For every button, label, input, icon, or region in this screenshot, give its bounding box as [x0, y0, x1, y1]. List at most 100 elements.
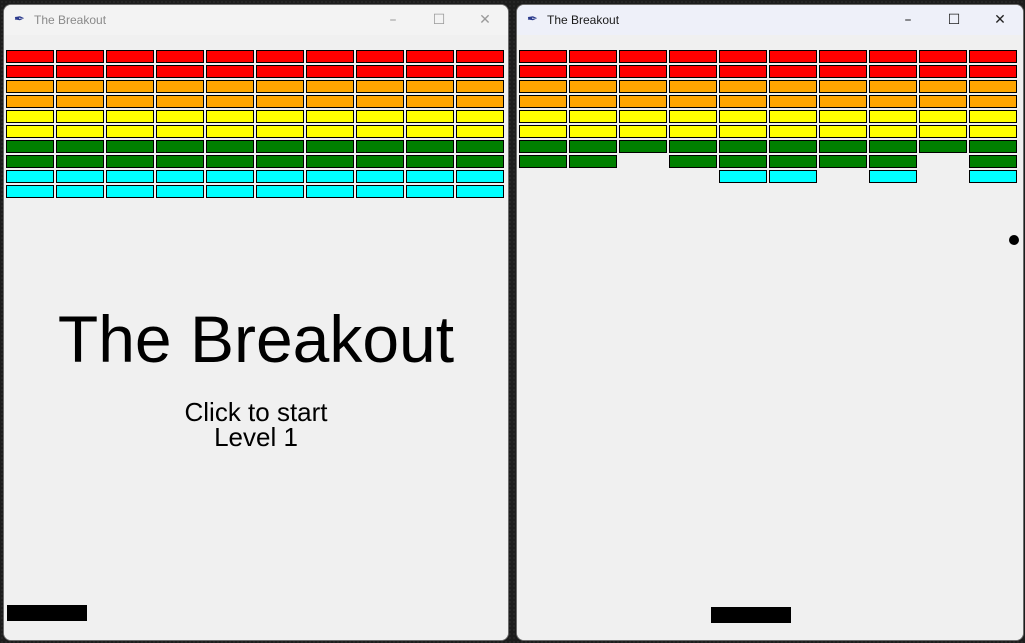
- brick: [156, 170, 204, 183]
- brick: [969, 140, 1017, 153]
- brick: [206, 185, 254, 198]
- brick: [456, 140, 504, 153]
- brick: [406, 80, 454, 93]
- brick: [869, 155, 917, 168]
- brick: [919, 95, 967, 108]
- brick: [206, 170, 254, 183]
- brick: [769, 95, 817, 108]
- brick: [519, 155, 567, 168]
- brick: [306, 125, 354, 138]
- brick: [456, 95, 504, 108]
- brick: [519, 95, 567, 108]
- brick: [569, 155, 617, 168]
- close-button[interactable]: ✕: [462, 5, 508, 35]
- brick: [719, 125, 767, 138]
- brick: [406, 170, 454, 183]
- brick: [969, 65, 1017, 78]
- brick: [306, 95, 354, 108]
- brick: [406, 110, 454, 123]
- brick: [106, 170, 154, 183]
- brick: [819, 155, 867, 168]
- brick: [306, 170, 354, 183]
- brick: [669, 50, 717, 63]
- brick: [106, 95, 154, 108]
- brick: [406, 155, 454, 168]
- brick: [356, 80, 404, 93]
- brick: [406, 140, 454, 153]
- brick: [519, 110, 567, 123]
- brick: [206, 110, 254, 123]
- maximize-button[interactable]: ☐: [416, 5, 462, 35]
- brick: [569, 125, 617, 138]
- brick: [769, 125, 817, 138]
- brick: [306, 185, 354, 198]
- title-bar[interactable]: ✒ The Breakout – ☐ ✕: [4, 5, 508, 35]
- brick: [969, 170, 1017, 183]
- brick: [156, 125, 204, 138]
- maximize-button[interactable]: ☐: [931, 5, 977, 35]
- brick: [456, 185, 504, 198]
- brick: [569, 80, 617, 93]
- brick: [156, 65, 204, 78]
- brick: [406, 185, 454, 198]
- title-bar[interactable]: ✒ The Breakout – ☐ ✕: [517, 5, 1023, 35]
- brick: [456, 170, 504, 183]
- minimize-button[interactable]: –: [370, 5, 416, 35]
- brick: [206, 50, 254, 63]
- brick: [456, 65, 504, 78]
- brick: [6, 50, 54, 63]
- brick: [519, 140, 567, 153]
- brick: [356, 125, 404, 138]
- brick: [456, 110, 504, 123]
- brick: [969, 50, 1017, 63]
- brick: [719, 155, 767, 168]
- brick: [56, 95, 104, 108]
- brick: [6, 125, 54, 138]
- brick: [619, 140, 667, 153]
- brick: [206, 80, 254, 93]
- brick: [256, 185, 304, 198]
- brick: [256, 125, 304, 138]
- minimize-button[interactable]: –: [885, 5, 931, 35]
- brick: [6, 170, 54, 183]
- brick: [869, 140, 917, 153]
- brick: [156, 140, 204, 153]
- brick: [156, 50, 204, 63]
- brick: [156, 95, 204, 108]
- brick: [106, 155, 154, 168]
- brick: [769, 170, 817, 183]
- brick: [106, 140, 154, 153]
- brick: [719, 50, 767, 63]
- brick: [819, 80, 867, 93]
- brick: [356, 95, 404, 108]
- brick: [356, 65, 404, 78]
- brick: [356, 140, 404, 153]
- close-button[interactable]: ✕: [977, 5, 1023, 35]
- brick: [6, 155, 54, 168]
- brick: [569, 95, 617, 108]
- brick: [819, 140, 867, 153]
- brick: [819, 95, 867, 108]
- feather-icon: ✒: [527, 12, 538, 27]
- paddle: [711, 607, 791, 623]
- brick: [156, 110, 204, 123]
- brick: [56, 140, 104, 153]
- game-canvas[interactable]: [517, 35, 1023, 640]
- brick: [356, 155, 404, 168]
- brick: [306, 80, 354, 93]
- brick: [519, 65, 567, 78]
- brick: [719, 110, 767, 123]
- brick: [206, 65, 254, 78]
- level-label: Level 1: [214, 422, 298, 452]
- brick: [669, 110, 717, 123]
- game-title: The Breakout: [57, 302, 455, 376]
- brick: [869, 110, 917, 123]
- brick: [356, 170, 404, 183]
- brick: [256, 65, 304, 78]
- brick: [256, 110, 304, 123]
- game-canvas[interactable]: The Breakout Click to start Level 1: [4, 35, 508, 640]
- brick: [769, 110, 817, 123]
- brick: [569, 65, 617, 78]
- brick: [406, 50, 454, 63]
- brick: [569, 50, 617, 63]
